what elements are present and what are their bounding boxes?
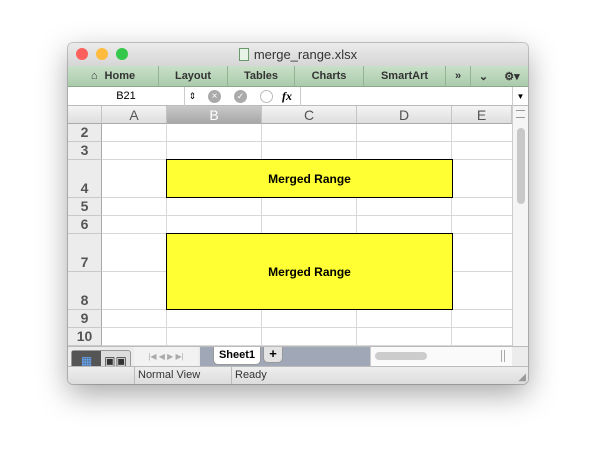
ribbon-tabs: ⌂ Home Layout Tables Charts SmartArt » ⌄ … <box>68 66 528 87</box>
add-sheet-button[interactable]: + <box>263 347 283 363</box>
fx-icon[interactable]: fx <box>282 89 292 104</box>
formula-bar: B21 ⇕ × ✓ fx ▼ <box>68 87 528 106</box>
tab-label: SmartArt <box>380 70 429 82</box>
tab-charts[interactable]: Charts <box>295 66 364 86</box>
row-header-10[interactable]: 10 <box>68 328 102 346</box>
vertical-scroll-thumb[interactable] <box>517 128 525 204</box>
row-header-6[interactable]: 6 <box>68 216 102 234</box>
sheet-grid[interactable]: A B C D E 2 3 4 5 6 7 8 9 10 Merged Rang… <box>68 106 512 346</box>
function-wizard-icon[interactable] <box>260 90 273 103</box>
window-title: merge_range.xlsx <box>253 47 358 62</box>
tab-tables[interactable]: Tables <box>228 66 295 86</box>
tab-smartart[interactable]: SmartArt <box>364 66 446 86</box>
merged-cell-b4-d4[interactable]: Merged Range <box>166 159 453 198</box>
home-icon: ⌂ <box>90 70 98 82</box>
vertical-scrollbar[interactable] <box>512 106 528 346</box>
gridline <box>102 215 512 216</box>
row-header-3[interactable]: 3 <box>68 142 102 160</box>
excel-window: merge_range.xlsx ⌂ Home Layout Tables Cha… <box>68 43 528 384</box>
column-header-c[interactable]: C <box>262 106 357 124</box>
formula-expand-icon[interactable]: ▼ <box>512 87 528 106</box>
select-all-corner[interactable] <box>68 106 102 124</box>
split-handle-icon[interactable] <box>516 110 525 118</box>
split-handle-icon[interactable] <box>501 350 505 362</box>
sheet-tab-sheet1[interactable]: Sheet1 <box>213 347 261 365</box>
status-bar: Normal View Ready ◢ <box>68 366 528 384</box>
cell-text: Merged Range <box>268 264 351 279</box>
view-label: Normal View <box>134 367 232 384</box>
column-header-a[interactable]: A <box>102 106 167 124</box>
row-header-7[interactable]: 7 <box>68 234 102 272</box>
column-header-d[interactable]: D <box>357 106 452 124</box>
row-header-2[interactable]: 2 <box>68 124 102 142</box>
sheet-navigation-arrows[interactable]: |◀ ◀ ▶ ▶| <box>134 347 198 366</box>
more-tabs-icon[interactable]: » <box>446 66 471 86</box>
title-bar: merge_range.xlsx <box>68 43 528 66</box>
gridline <box>102 141 512 142</box>
status-text: Ready <box>235 369 267 381</box>
horizontal-scrollbar[interactable] <box>370 347 512 366</box>
zoom-button[interactable] <box>116 48 128 60</box>
tab-layout[interactable]: Layout <box>159 66 228 86</box>
horizontal-scroll-thumb[interactable] <box>375 352 427 360</box>
name-box-stepper[interactable]: ⇕ <box>185 87 200 106</box>
tab-label: Tables <box>243 70 279 82</box>
gridline <box>102 327 512 328</box>
minimize-button[interactable] <box>96 48 108 60</box>
tab-label: Charts <box>311 70 347 82</box>
collapse-ribbon-icon[interactable]: ⌄ <box>471 66 496 86</box>
tab-home[interactable]: ⌂ Home <box>68 66 159 86</box>
spreadsheet-file-icon <box>238 48 249 61</box>
name-box[interactable]: B21 <box>68 87 185 106</box>
gear-icon[interactable]: ⚙▾ <box>496 66 528 86</box>
confirm-icon[interactable]: ✓ <box>234 90 247 103</box>
column-header-e[interactable]: E <box>452 106 512 124</box>
row-header-5[interactable]: 5 <box>68 198 102 216</box>
row-header-9[interactable]: 9 <box>68 310 102 328</box>
sheet-tab-bar: ▦ ▣▣ |◀ ◀ ▶ ▶| Sheet1 + <box>68 346 528 372</box>
tab-label: Home <box>104 70 136 82</box>
resize-grip-icon[interactable]: ◢ <box>518 372 526 383</box>
close-button[interactable] <box>76 48 88 60</box>
row-header-8[interactable]: 8 <box>68 272 102 310</box>
cancel-icon[interactable]: × <box>208 90 221 103</box>
merged-cell-b7-d8[interactable]: Merged Range <box>166 233 453 310</box>
formula-input[interactable] <box>300 87 512 106</box>
row-header-4[interactable]: 4 <box>68 160 102 198</box>
cell-text: Merged Range <box>268 171 351 186</box>
tab-label: Layout <box>174 70 212 82</box>
column-header-b[interactable]: B <box>167 106 262 124</box>
